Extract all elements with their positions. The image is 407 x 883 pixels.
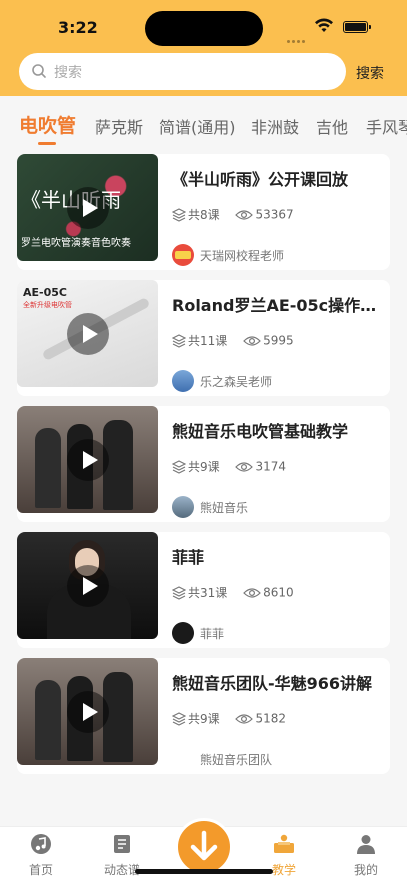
layers-icon xyxy=(172,711,186,726)
search-icon xyxy=(32,64,46,78)
signal-dots-icon xyxy=(287,28,309,43)
layers-icon xyxy=(172,459,186,474)
course-title: 熊妞音乐电吹管基础教学 xyxy=(172,422,349,441)
view-count: 53367 xyxy=(255,207,294,222)
author-name: 菲菲 xyxy=(200,627,225,641)
search-placeholder: 搜索 xyxy=(54,65,82,81)
author-name: 熊妞音乐 xyxy=(200,501,249,515)
course-title: 菲菲 xyxy=(172,548,205,567)
tab-djembe[interactable]: 非洲鼓 xyxy=(251,114,299,138)
course-card[interactable]: 《半山听雨 罗兰电吹管演奏音色吹奏 《半山听雨》公开课回放 共8课 53367 … xyxy=(17,154,390,270)
course-meta: 共9课 3174 xyxy=(172,458,286,474)
course-meta: 共11课 5995 xyxy=(172,332,294,348)
course-card[interactable]: 熊妞音乐电吹管基础教学 共9课 3174 熊妞音乐 xyxy=(17,406,390,522)
layers-icon xyxy=(172,207,186,222)
avatar xyxy=(172,370,194,392)
teacher-desk-icon xyxy=(274,834,294,853)
battery-icon xyxy=(343,21,371,33)
avatar xyxy=(172,496,194,518)
eye-icon xyxy=(235,461,254,472)
wifi-icon xyxy=(315,18,333,32)
author-name: 乐之森吴老师 xyxy=(200,375,273,389)
course-card[interactable]: AE-05C 全新升级电吹管 Roland罗兰AE-05c操作… 共11课 59… xyxy=(17,280,390,396)
nav-mine[interactable]: 我的 xyxy=(336,833,396,878)
course-thumbnail: 《半山听雨 罗兰电吹管演奏音色吹奏 xyxy=(17,154,158,261)
lesson-count: 共11课 xyxy=(188,334,228,348)
course-thumbnail xyxy=(17,532,158,639)
thumbnail-subcaption: 全新升级电吹管 xyxy=(23,301,72,309)
course-meta: 共31课 8610 xyxy=(172,584,294,600)
download-button[interactable] xyxy=(175,818,233,876)
status-time: 3:22 xyxy=(58,18,98,37)
play-icon[interactable] xyxy=(67,565,109,607)
avatar xyxy=(172,622,194,644)
nav-label: 我的 xyxy=(353,863,378,877)
active-tab-indicator xyxy=(38,142,56,145)
nav-label: 首页 xyxy=(28,863,53,877)
search-button[interactable]: 搜索 xyxy=(356,63,384,83)
view-count: 8610 xyxy=(263,585,294,600)
status-bar: 3:22 xyxy=(0,0,407,50)
view-count: 5995 xyxy=(263,333,294,348)
eye-icon xyxy=(235,713,254,724)
music-note-icon xyxy=(31,834,51,854)
thumbnail-caption: AE-05C xyxy=(23,286,67,299)
author-name: 熊妞音乐团队 xyxy=(200,753,273,767)
search-input[interactable]: 搜索 xyxy=(19,53,346,90)
course-card[interactable]: 菲菲 共31课 8610 菲菲 xyxy=(17,532,390,648)
avatar xyxy=(172,244,194,266)
course-thumbnail xyxy=(17,406,158,513)
course-title: 熊妞音乐团队-华魅966讲解 xyxy=(172,674,373,693)
play-icon[interactable] xyxy=(67,439,109,481)
view-count: 5182 xyxy=(255,711,287,726)
download-arrow-icon xyxy=(190,830,218,861)
lesson-count: 共9课 xyxy=(188,712,220,726)
eye-icon xyxy=(235,209,254,220)
eye-icon xyxy=(243,587,261,598)
person-icon xyxy=(357,835,375,854)
dynamic-island xyxy=(145,11,263,46)
thumbnail-subcaption: 罗兰电吹管演奏音色吹奏 xyxy=(21,238,131,249)
layers-icon xyxy=(172,333,186,348)
play-icon[interactable] xyxy=(67,313,109,355)
play-icon[interactable] xyxy=(67,187,109,229)
lesson-count: 共31课 xyxy=(188,586,228,600)
course-title: Roland罗兰AE-05c操作… xyxy=(172,296,377,315)
course-thumbnail xyxy=(17,658,158,765)
course-thumbnail: AE-05C 全新升级电吹管 xyxy=(17,280,158,387)
layers-icon xyxy=(172,585,186,600)
lesson-count: 共8课 xyxy=(188,208,220,222)
course-title: 《半山听雨》公开课回放 xyxy=(172,170,349,189)
tab-accordion[interactable]: 手风琴 xyxy=(366,114,407,138)
tab-numbered-notation[interactable]: 简谱(通用) xyxy=(159,114,236,138)
view-count: 3174 xyxy=(255,459,287,474)
course-card[interactable]: 熊妞音乐团队-华魅966讲解 共9课 5182 熊妞音乐团队 xyxy=(17,658,390,774)
course-meta: 共8课 53367 xyxy=(172,206,294,222)
score-book-icon xyxy=(114,835,130,853)
nav-home[interactable]: 首页 xyxy=(11,833,71,878)
tab-saxophone[interactable]: 萨克斯 xyxy=(95,114,143,138)
category-tabs: 电吹管 萨克斯 简谱(通用) 非洲鼓 吉他 手风琴 xyxy=(0,96,407,148)
tab-guitar[interactable]: 吉他 xyxy=(316,114,348,138)
author-name: 天瑞网校程老师 xyxy=(200,249,285,263)
play-icon[interactable] xyxy=(67,691,109,733)
home-indicator xyxy=(135,869,273,874)
eye-icon xyxy=(243,335,261,346)
tab-electronic-wind[interactable]: 电吹管 xyxy=(19,111,76,138)
course-meta: 共9课 5182 xyxy=(172,710,286,726)
lesson-count: 共9课 xyxy=(188,460,220,474)
